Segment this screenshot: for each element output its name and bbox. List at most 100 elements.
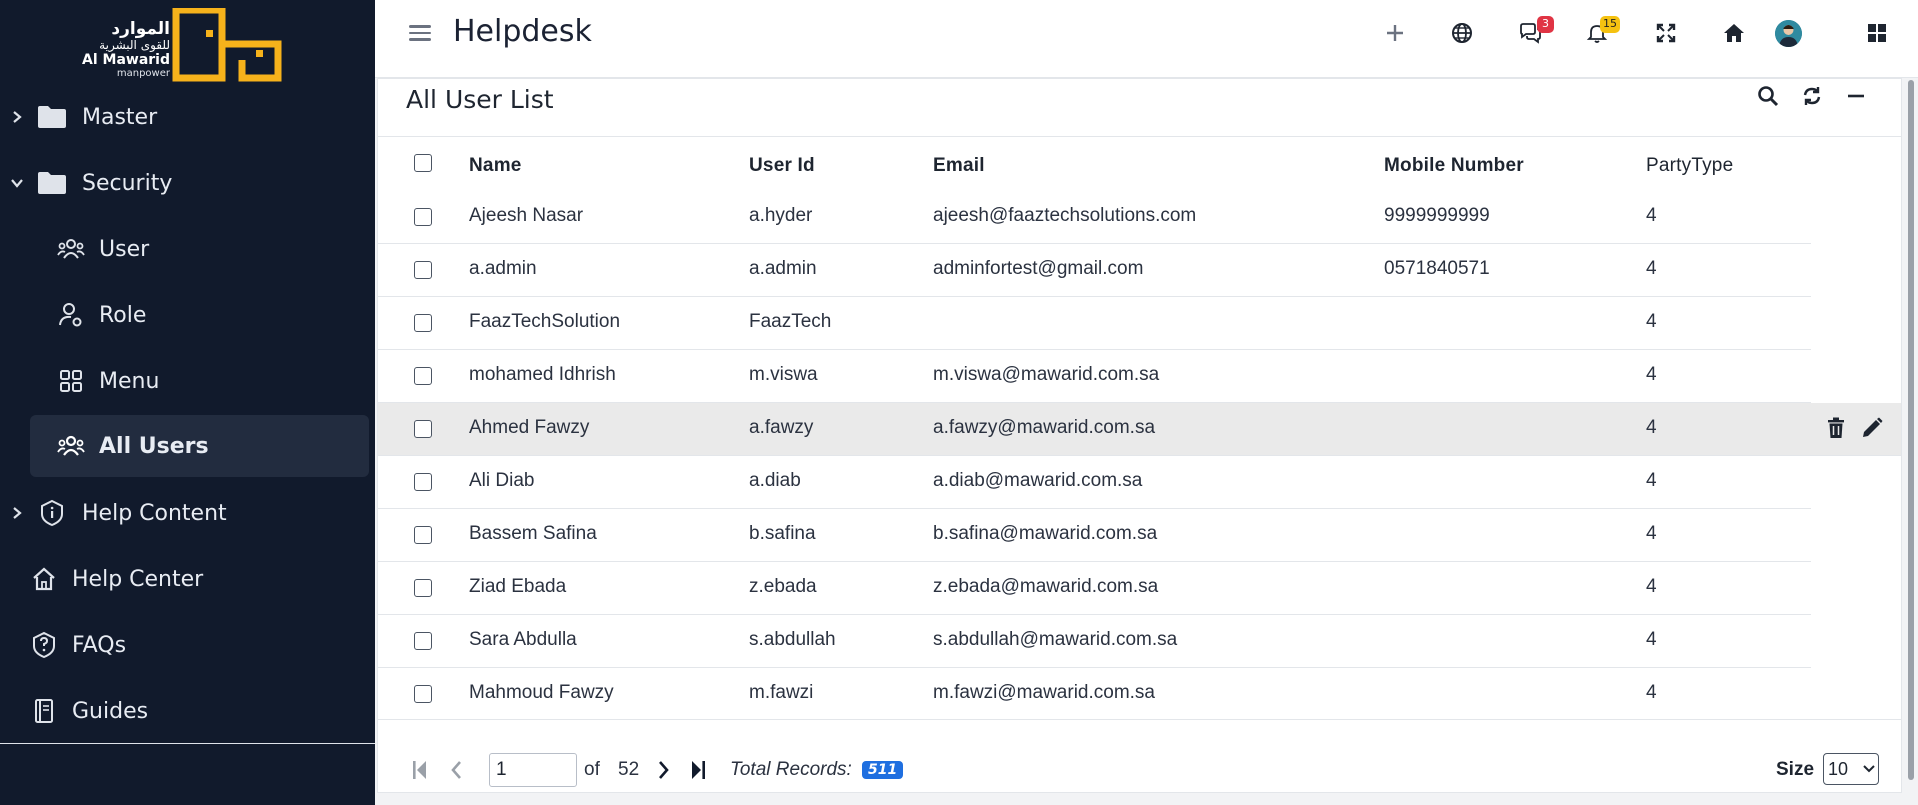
row-checkbox[interactable] (414, 208, 432, 226)
table-row[interactable]: a.admin a.admin adminfortest@gmail.com 0… (378, 244, 1901, 297)
cell-party-type: 4 (1646, 258, 1657, 279)
table-row[interactable]: Ziad Ebada z.ebada z.ebada@mawarid.com.s… (378, 562, 1901, 615)
table-header: Name User Id Email Mobile Number PartyTy… (378, 137, 1901, 191)
last-page-icon[interactable] (684, 755, 712, 785)
cell-user-id: s.abdullah (749, 629, 836, 650)
hamburger-menu-icon[interactable] (409, 20, 431, 46)
company-logo[interactable]: الموارد للقوى البشرية Al Mawarid manpowe… (80, 8, 285, 84)
table-row[interactable]: Sara Abdulla s.abdullah s.abdullah@mawar… (378, 615, 1901, 668)
bell-badge: 15 (1600, 16, 1620, 33)
sidebar-item-menu[interactable]: Menu (0, 353, 375, 409)
column-header-name[interactable]: Name (469, 155, 522, 177)
chat-icon[interactable]: 3 (1515, 16, 1554, 48)
minimize-icon[interactable] (1841, 81, 1871, 111)
cell-email: a.diab@mawarid.com.sa (933, 470, 1143, 491)
sidebar-item-all-users[interactable]: All Users (30, 415, 369, 477)
sidebar-item-label: Role (99, 302, 147, 328)
row-checkbox[interactable] (414, 526, 432, 544)
cell-name: Mahmoud Fawzy (469, 682, 614, 703)
sidebar-item-faqs[interactable]: FAQs (0, 617, 375, 673)
page-size-label: Size (1776, 759, 1815, 780)
scrollbar-thumb[interactable] (1908, 80, 1914, 780)
cell-party-type: 4 (1646, 576, 1657, 597)
users-icon (55, 430, 87, 462)
row-checkbox[interactable] (414, 314, 432, 332)
sidebar-item-guides[interactable]: Guides (0, 683, 375, 739)
home-icon[interactable] (1719, 18, 1749, 48)
column-header-party-type[interactable]: PartyType (1646, 155, 1733, 177)
row-checkbox[interactable] (414, 367, 432, 385)
search-icon[interactable] (1753, 81, 1783, 111)
cell-name: Sara Abdulla (469, 629, 577, 650)
cell-email: a.fawzy@mawarid.com.sa (933, 417, 1156, 438)
cell-user-id: b.safina (749, 523, 816, 544)
sidebar-item-role[interactable]: Role (0, 287, 375, 343)
plus-icon[interactable] (1380, 18, 1410, 48)
refresh-icon[interactable] (1797, 81, 1827, 111)
sidebar-item-label: All Users (99, 433, 209, 459)
row-checkbox[interactable] (414, 420, 432, 438)
cell-user-id: a.hyder (749, 205, 813, 226)
total-pages: 52 (618, 759, 640, 780)
prev-page-icon[interactable] (442, 755, 470, 785)
chevron-down-icon (1860, 765, 1878, 773)
row-checkbox[interactable] (414, 579, 432, 597)
cell-email: ajeesh@faaztechsolutions.com (933, 205, 1197, 226)
cell-party-type: 4 (1646, 682, 1657, 703)
column-header-email[interactable]: Email (933, 155, 985, 177)
table-row[interactable]: Ajeesh Nasar a.hyder ajeesh@faaztechsolu… (378, 191, 1901, 244)
cell-name: Bassem Safina (469, 523, 597, 544)
table-row[interactable]: FaazTechSolution FaazTech 4 (378, 297, 1901, 350)
row-checkbox[interactable] (414, 261, 432, 279)
sidebar-item-security[interactable]: Security (0, 155, 375, 211)
table-row[interactable]: Ali Diab a.diab a.diab@mawarid.com.sa 4 (378, 456, 1901, 509)
trash-icon[interactable] (1827, 417, 1845, 443)
page-number-input[interactable] (489, 753, 577, 787)
folder-icon (36, 167, 68, 199)
top-header: Helpdesk 3 15 (375, 0, 1918, 78)
table-row-highlighted[interactable]: Ahmed Fawzy a.fawzy a.fawzy@mawarid.com.… (378, 403, 1901, 456)
table-row[interactable]: mohamed Idhrish m.viswa m.viswa@mawarid.… (378, 350, 1901, 403)
row-actions (1827, 417, 1883, 443)
cell-name: FaazTechSolution (469, 311, 621, 332)
cell-user-id: FaazTech (749, 311, 832, 332)
sidebar-item-help-content[interactable]: Help Content (0, 485, 375, 541)
fullscreen-icon[interactable] (1651, 18, 1681, 48)
sidebar-item-label: User (99, 236, 150, 262)
select-all-checkbox[interactable] (414, 154, 432, 172)
pencil-icon[interactable] (1861, 417, 1883, 443)
sidebar-item-label: Security (82, 170, 173, 196)
row-checkbox[interactable] (414, 685, 432, 703)
globe-icon[interactable] (1447, 18, 1477, 48)
sidebar-item-master[interactable]: Master (0, 89, 375, 145)
cell-party-type: 4 (1646, 364, 1657, 385)
home-icon (28, 563, 60, 595)
page-scrollbar[interactable] (1904, 78, 1918, 805)
table-row[interactable]: Bassem Safina b.safina b.safina@mawarid.… (378, 509, 1901, 562)
logo-text: الموارد للقوى البشرية Al Mawarid manpowe… (80, 20, 170, 80)
row-checkbox[interactable] (414, 473, 432, 491)
next-page-icon[interactable] (650, 755, 678, 785)
column-header-mobile[interactable]: Mobile Number (1384, 155, 1524, 177)
avatar[interactable] (1775, 20, 1802, 47)
pagination: of 52 Total Records: 511 Size 10 (378, 751, 1901, 791)
logo-english-name: Al Mawarid (82, 52, 170, 68)
cell-party-type: 4 (1646, 629, 1657, 650)
logo-mark-icon (172, 8, 282, 82)
cell-email: b.safina@mawarid.com.sa (933, 523, 1158, 544)
cell-name: Ajeesh Nasar (469, 205, 584, 226)
bell-icon[interactable]: 15 (1582, 16, 1620, 48)
sidebar-item-help-center[interactable]: Help Center (0, 551, 375, 607)
apps-grid-icon[interactable] (1862, 18, 1892, 48)
sidebar: الموارد للقوى البشرية Al Mawarid manpowe… (0, 0, 375, 805)
info-shield-icon (36, 497, 68, 529)
table-row[interactable]: Mahmoud Fawzy m.fawzi m.fawzi@mawarid.co… (378, 668, 1901, 721)
page-size-select[interactable]: 10 (1823, 753, 1879, 785)
column-header-user-id[interactable]: User Id (749, 155, 815, 177)
cell-name: a.admin (469, 258, 537, 279)
row-checkbox[interactable] (414, 632, 432, 650)
cell-mobile: 0571840571 (1384, 258, 1490, 279)
first-page-icon[interactable] (406, 755, 434, 785)
app-title: Helpdesk (453, 14, 592, 49)
sidebar-item-user[interactable]: User (0, 221, 375, 277)
